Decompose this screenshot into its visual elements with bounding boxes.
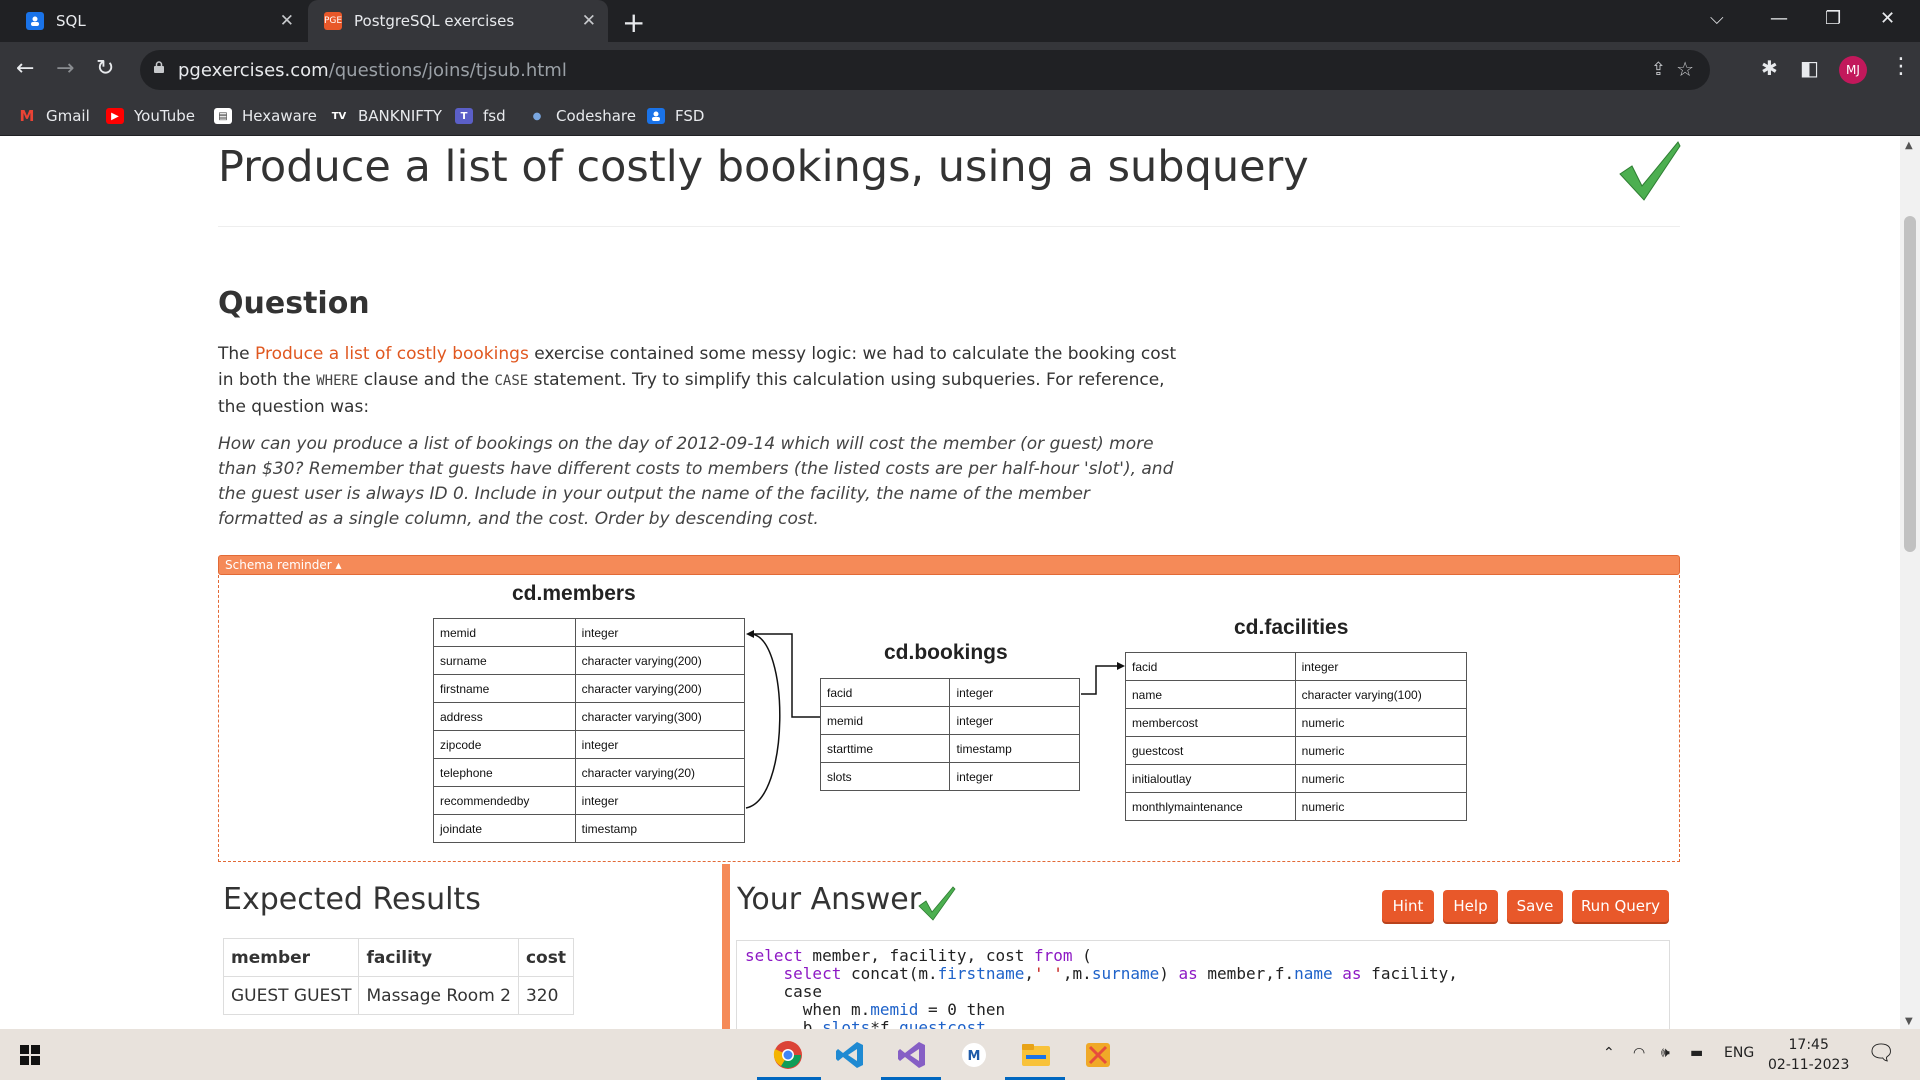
code-column: memid: [870, 1000, 919, 1019]
code-keyword: as: [1178, 964, 1198, 983]
code-keyword: select: [783, 964, 842, 983]
ms-app-icon[interactable]: M: [954, 1037, 994, 1073]
chrome-taskbar-icon[interactable]: [768, 1037, 808, 1073]
help-button[interactable]: Help: [1443, 890, 1498, 922]
clock-time: 17:45: [1788, 1037, 1829, 1053]
scroll-down-icon[interactable]: ▼: [1905, 1016, 1913, 1027]
code-string: ' ': [1034, 964, 1063, 983]
code-column: firstname: [937, 964, 1025, 983]
wifi-icon[interactable]: ◠: [1633, 1045, 1645, 1061]
code-keyword: select: [745, 946, 803, 965]
save-button[interactable]: Save: [1507, 890, 1563, 922]
battery-icon[interactable]: ▬: [1690, 1045, 1703, 1061]
windows-start-icon[interactable]: [20, 1045, 40, 1065]
clock-date: 02-11-2023: [1768, 1057, 1850, 1073]
table-cell: 320: [517, 976, 575, 1015]
hint-button[interactable]: Hint: [1382, 890, 1434, 922]
language-indicator[interactable]: ENG: [1724, 1045, 1754, 1061]
table-cell: Massage Room 2: [358, 976, 519, 1015]
chevron-up-icon[interactable]: ⌃: [1603, 1045, 1615, 1061]
file-explorer-icon[interactable]: [1016, 1037, 1056, 1073]
vscode-icon[interactable]: [830, 1037, 870, 1073]
visual-studio-icon[interactable]: [892, 1037, 932, 1073]
table-cell: GUEST GUEST: [222, 976, 360, 1015]
snipping-tool-icon[interactable]: [1078, 1037, 1118, 1073]
windows-taskbar: M ⌃ ◠ 🕪 ▬ ENG 17:45 02-11-2023 🗨: [0, 1029, 1920, 1080]
table-header-cell: facility: [358, 938, 519, 977]
sql-editor[interactable]: select member, facility, cost from ( sel…: [736, 940, 1670, 1040]
run-query-button[interactable]: Run Query: [1572, 890, 1669, 922]
notification-icon[interactable]: 🗨: [1867, 1041, 1895, 1066]
expected-results-heading: Expected Results: [223, 882, 481, 917]
table-header-cell: member: [222, 938, 360, 977]
volume-icon[interactable]: 🕪: [1661, 1045, 1670, 1061]
expected-results-table: member facility cost GUEST GUEST Massage Roo…: [222, 938, 575, 1015]
check-icon: [918, 886, 956, 921]
scroll-thumb[interactable]: [1904, 216, 1916, 552]
table-header-cell: cost: [517, 938, 575, 977]
page-scrollbar[interactable]: ▲ ▼: [1900, 136, 1920, 1029]
code-column: name: [1294, 964, 1333, 983]
your-answer-heading: Your Answer: [737, 882, 922, 917]
code-column: surname: [1091, 964, 1160, 983]
code-keyword: as: [1342, 964, 1362, 983]
svg-text:M: M: [968, 1049, 981, 1064]
code-keyword: from: [1033, 946, 1073, 965]
scroll-up-icon[interactable]: ▲: [1905, 140, 1913, 151]
table-header-row: member facility cost: [222, 938, 575, 977]
system-clock[interactable]: 17:45 02-11-2023: [1768, 1035, 1849, 1075]
table-row: GUEST GUEST Massage Room 2 320: [222, 976, 575, 1015]
